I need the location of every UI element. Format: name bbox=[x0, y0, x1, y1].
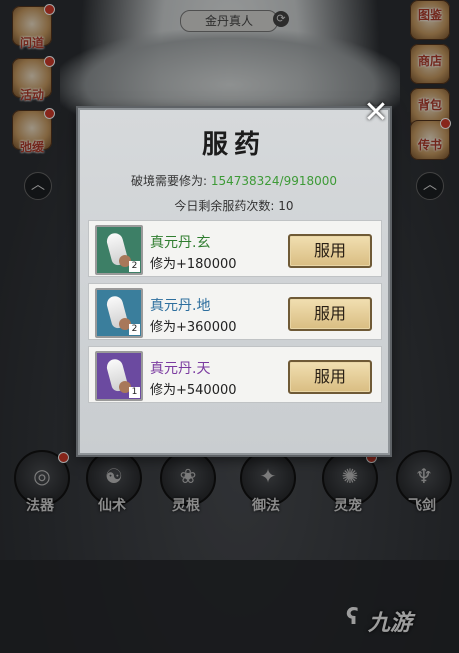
dialog-title: 服药 bbox=[201, 130, 266, 160]
pill-icon: 2 bbox=[95, 288, 143, 338]
pill-effect: 修为+180000 bbox=[150, 257, 237, 272]
pill-name: 真元丹.玄 bbox=[150, 235, 211, 251]
pill-icon: 2 bbox=[95, 225, 143, 275]
use-button[interactable]: 服用 bbox=[288, 360, 372, 394]
pill-effect: 修为+540000 bbox=[150, 383, 237, 398]
close-icon[interactable]: ✕ bbox=[363, 98, 389, 128]
pill-row: 1 真元丹.天 修为+540000 服用 bbox=[88, 346, 382, 403]
pill-quantity: 1 bbox=[129, 387, 140, 398]
pill-quantity: 2 bbox=[129, 324, 140, 335]
pill-name: 真元丹.地 bbox=[150, 298, 211, 314]
pill-name: 真元丹.天 bbox=[150, 361, 211, 377]
pill-effect: 修为+360000 bbox=[150, 320, 237, 335]
use-button[interactable]: 服用 bbox=[288, 234, 372, 268]
remaining-label: 今日剩余服药次数: bbox=[174, 199, 275, 213]
remaining-count: 今日剩余服药次数: 10 bbox=[80, 197, 388, 214]
pill-row: 2 真元丹.玄 修为+180000 服用 bbox=[88, 220, 382, 277]
requirement-label: 破境需要修为: bbox=[130, 174, 207, 188]
pill-row: 2 真元丹.地 修为+360000 服用 bbox=[88, 283, 382, 340]
pill-quantity: 2 bbox=[129, 261, 140, 272]
medicine-dialog: 服药 破境需要修为: 154738324/9918000 今日剩余服药次数: 1… bbox=[78, 108, 390, 455]
breakthrough-requirement: 破境需要修为: 154738324/9918000 bbox=[80, 172, 388, 189]
remaining-value: 10 bbox=[278, 199, 294, 213]
use-button[interactable]: 服用 bbox=[288, 297, 372, 331]
requirement-value: 154738324/9918000 bbox=[210, 174, 338, 188]
pill-icon: 1 bbox=[95, 351, 143, 401]
